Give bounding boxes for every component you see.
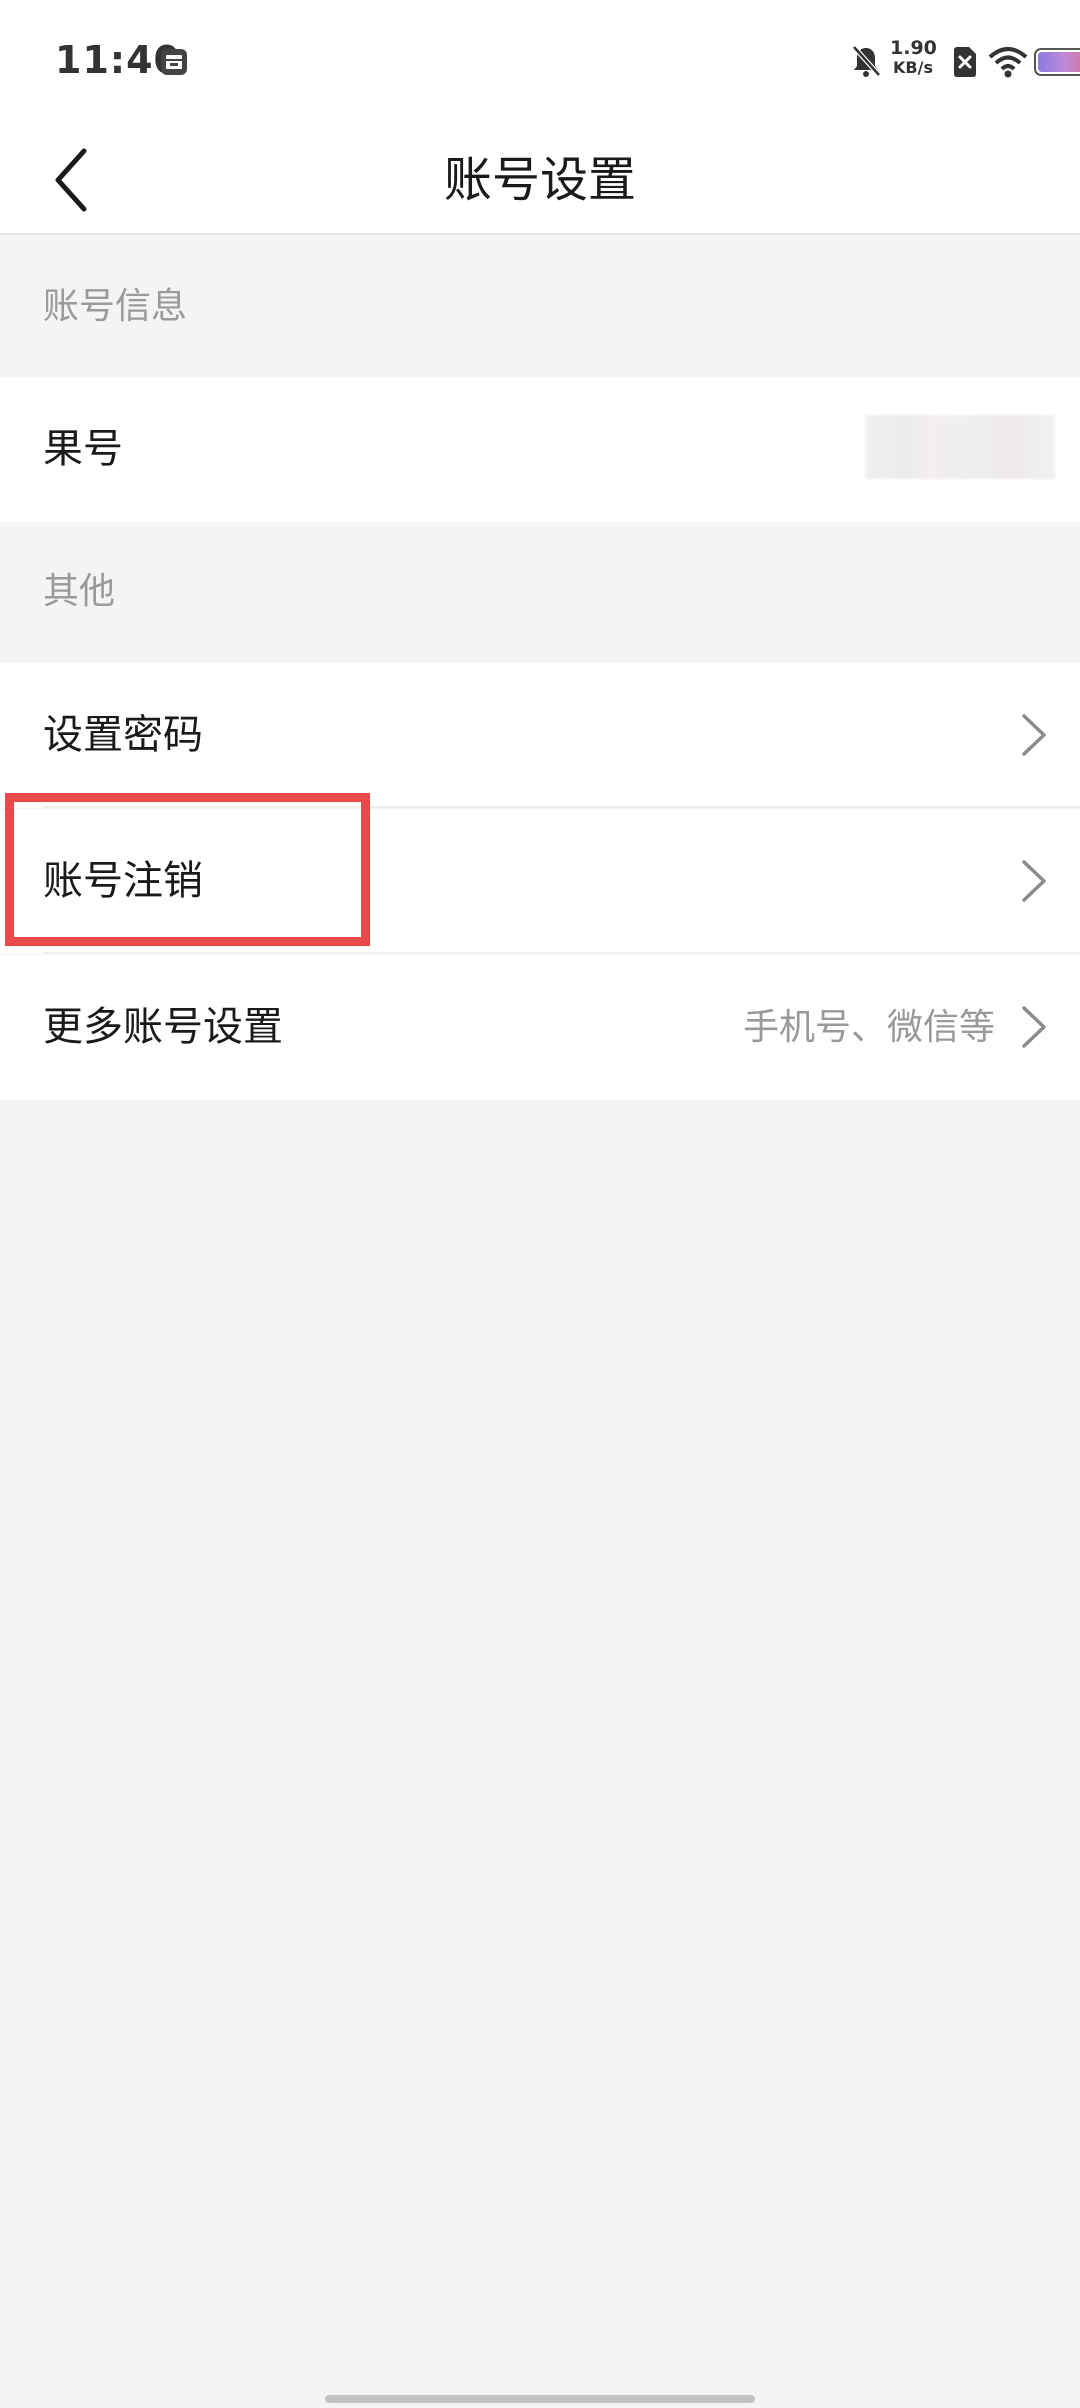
sim-disabled-icon (954, 47, 976, 77)
deactivate-account-label: 账号注销 (43, 858, 203, 904)
page-title: 账号设置 (443, 152, 636, 208)
set-password-row[interactable]: 设置密码 (0, 663, 1080, 808)
guohao-value-blurred (865, 415, 1055, 479)
guohao-row: 果号 (0, 377, 1080, 522)
section-header-other: 其他 (43, 571, 116, 612)
guohao-label: 果号 (43, 426, 123, 472)
wifi-icon (988, 47, 1028, 78)
divider (43, 952, 1080, 954)
section-header-account-info: 账号信息 (43, 286, 188, 327)
more-account-settings-value: 手机号、微信等 (742, 1007, 995, 1048)
nav-bar: 账号设置 (0, 125, 1080, 235)
more-account-settings-label: 更多账号设置 (43, 1004, 283, 1050)
battery-icon (1034, 48, 1080, 76)
more-account-settings-row[interactable]: 更多账号设置 手机号、微信等 (0, 955, 1080, 1100)
app-notification-icon (161, 49, 187, 75)
divider (43, 806, 1080, 808)
chevron-right-icon (1022, 714, 1046, 756)
net-speed-value: 1.90 (890, 37, 937, 59)
status-bar: 11:40 1.90 KB/s (0, 0, 1080, 125)
net-speed-unit: KB/s (893, 58, 933, 77)
chevron-right-icon (1022, 1006, 1046, 1048)
deactivate-account-row[interactable]: 账号注销 (0, 809, 1080, 954)
bell-muted-icon (852, 45, 881, 77)
chevron-right-icon (1022, 860, 1046, 902)
home-indicator[interactable] (325, 2395, 755, 2403)
set-password-label: 设置密码 (43, 712, 203, 758)
net-speed: 1.90 KB/s (890, 37, 937, 78)
